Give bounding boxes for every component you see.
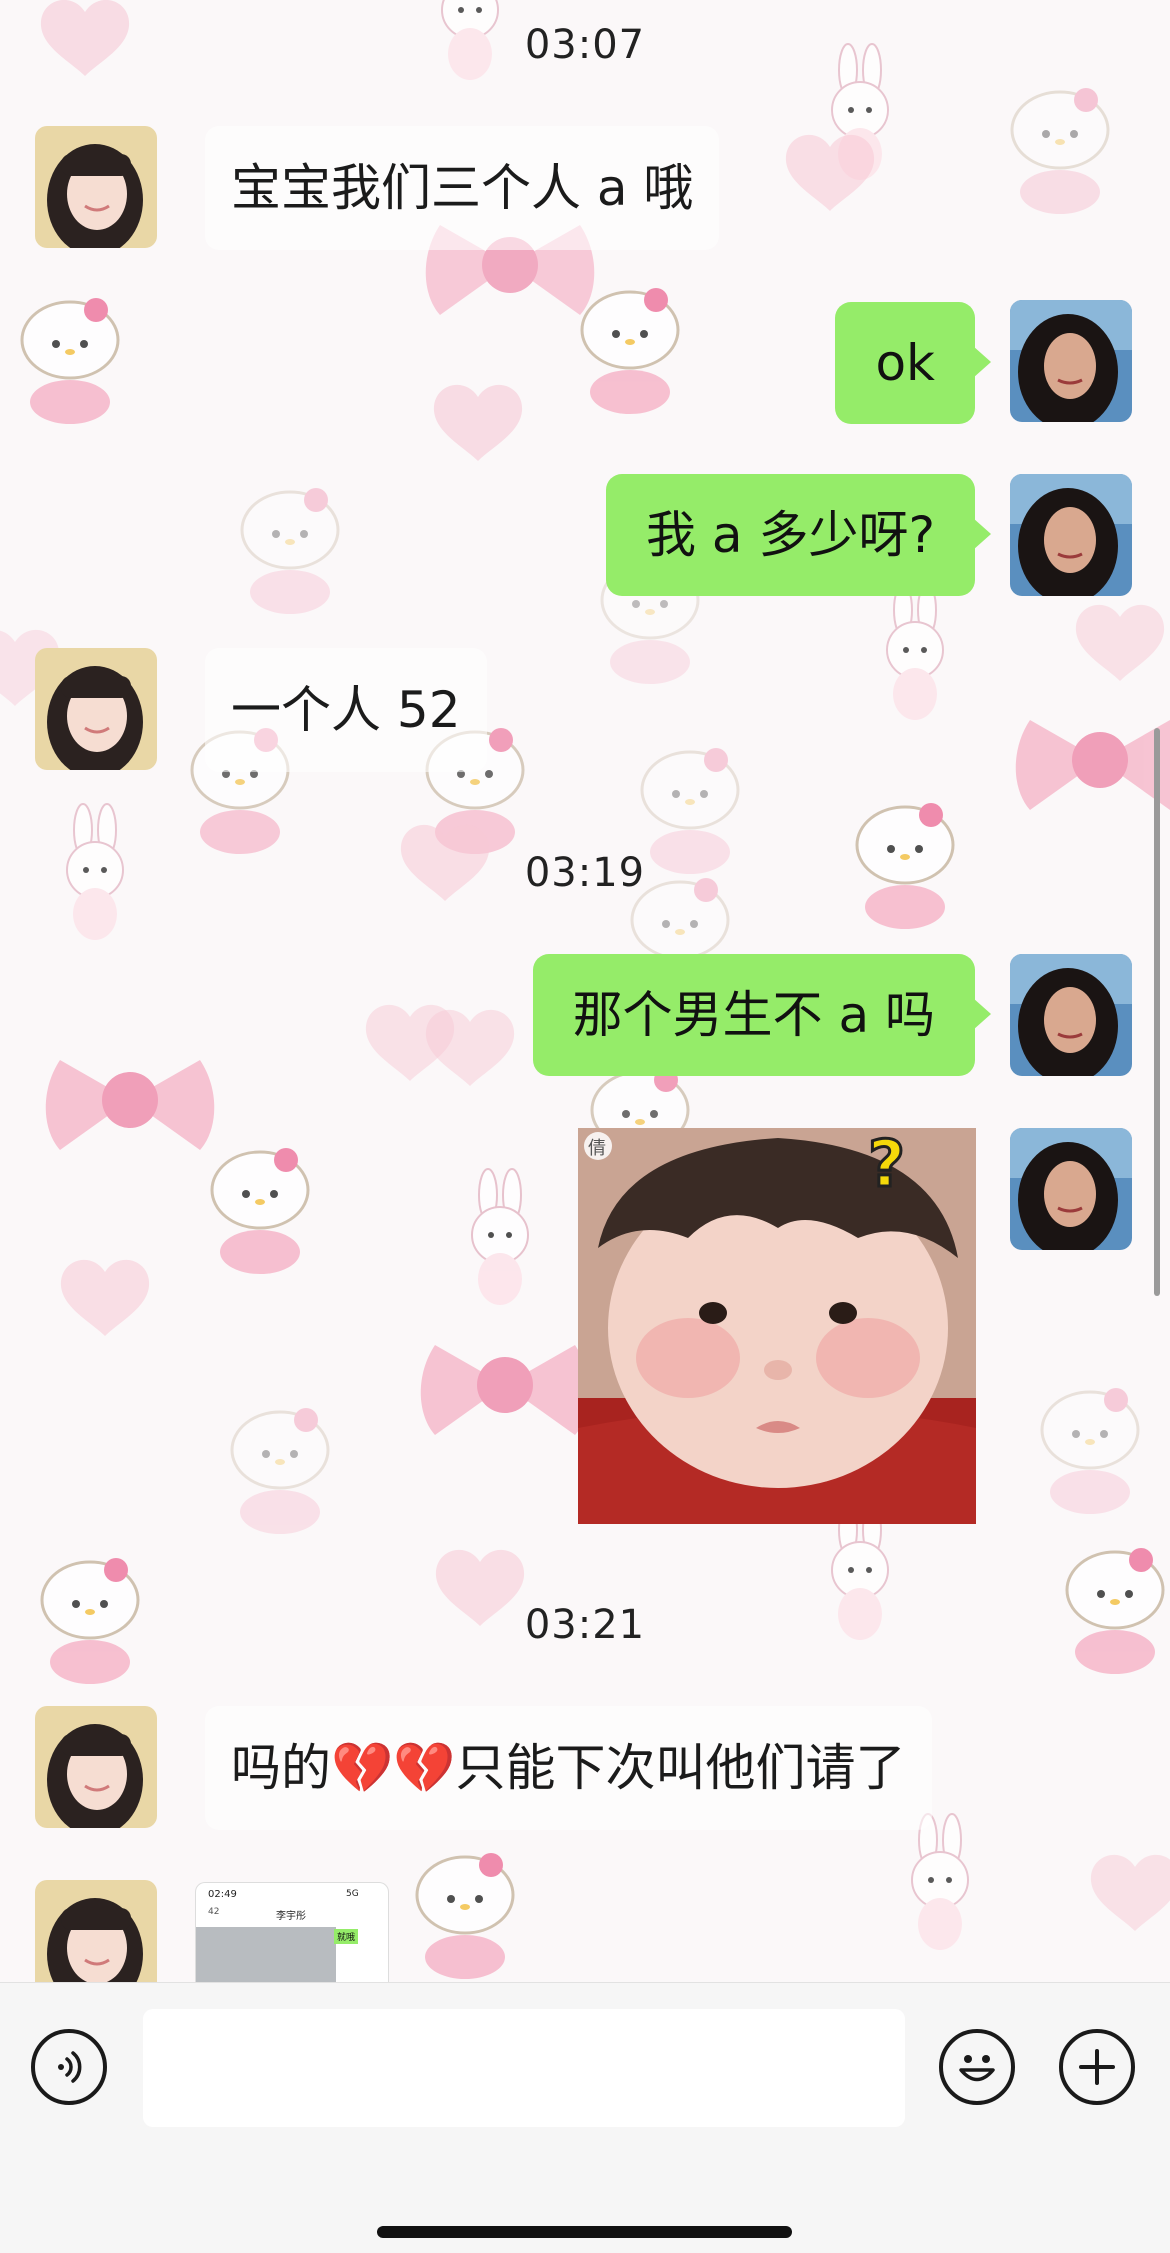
thumb-status-time: 02:49 bbox=[208, 1889, 237, 1900]
sticker-message[interactable]: 倩 ? bbox=[578, 1128, 976, 1524]
thumb-title: 李宇彤 bbox=[276, 1911, 306, 1922]
chat-area[interactable]: 03:07 宝宝我们三个人 a 哦 ok 我 a 多少呀? 一个人 52 03:… bbox=[0, 0, 1170, 1982]
avatar-self[interactable] bbox=[1010, 300, 1132, 422]
avatar-friend[interactable] bbox=[35, 126, 157, 248]
friend-avatar-image bbox=[35, 648, 157, 770]
self-avatar-image bbox=[1010, 954, 1132, 1076]
thumb-photo bbox=[196, 1927, 336, 1982]
avatar-friend[interactable] bbox=[35, 1880, 157, 1982]
thumb-green-bubble: 就哦 bbox=[334, 1929, 359, 1944]
self-avatar-image bbox=[1010, 300, 1132, 422]
self-avatar-image bbox=[1010, 474, 1132, 596]
message-input[interactable] bbox=[143, 2009, 905, 2127]
thumb-back: 42 bbox=[208, 1907, 220, 1917]
voice-icon bbox=[58, 2051, 82, 2083]
thumb-signal: 5G bbox=[346, 1889, 359, 1899]
voice-button[interactable] bbox=[31, 2029, 107, 2105]
avatar-self[interactable] bbox=[1010, 474, 1132, 596]
friend-avatar-image bbox=[35, 1706, 157, 1828]
baby-face-sticker-image bbox=[578, 1128, 976, 1524]
friend-avatar-image bbox=[35, 1880, 157, 1982]
scrollbar[interactable] bbox=[1154, 728, 1160, 1296]
friend-avatar-image bbox=[35, 126, 157, 248]
self-avatar-image bbox=[1010, 1128, 1132, 1250]
avatar-friend[interactable] bbox=[35, 648, 157, 770]
sticker-badge: 倩 bbox=[588, 1138, 606, 1159]
message-outgoing[interactable]: 那个男生不 a 吗 bbox=[532, 954, 992, 1076]
message-outgoing[interactable]: 我 a 多少呀? bbox=[606, 474, 991, 596]
input-bar bbox=[0, 1982, 1170, 2253]
message-incoming[interactable]: 一个人 52 bbox=[205, 648, 487, 772]
timestamp: 03:21 bbox=[524, 1602, 646, 1648]
home-indicator[interactable] bbox=[377, 2226, 792, 2238]
screenshot-image-message[interactable]: 02:49 5G 42 李宇彤 就哦 bbox=[195, 1882, 389, 1982]
emoji-icon bbox=[959, 2055, 995, 2082]
message-incoming[interactable]: 宝宝我们三个人 a 哦 bbox=[205, 126, 720, 250]
avatar-self[interactable] bbox=[1010, 954, 1132, 1076]
timestamp: 03:07 bbox=[524, 22, 646, 68]
message-incoming[interactable]: 吗的💔💔只能下次叫他们请了 bbox=[205, 1706, 932, 1830]
avatar-self[interactable] bbox=[1010, 1128, 1132, 1250]
timestamp: 03:19 bbox=[524, 850, 646, 896]
plus-icon bbox=[1079, 2049, 1115, 2085]
question-mark-icon: ? bbox=[866, 1128, 906, 1204]
message-outgoing[interactable]: ok bbox=[835, 302, 991, 424]
plus-button[interactable] bbox=[1059, 2029, 1135, 2105]
avatar-friend[interactable] bbox=[35, 1706, 157, 1828]
emoji-button[interactable] bbox=[939, 2029, 1015, 2105]
